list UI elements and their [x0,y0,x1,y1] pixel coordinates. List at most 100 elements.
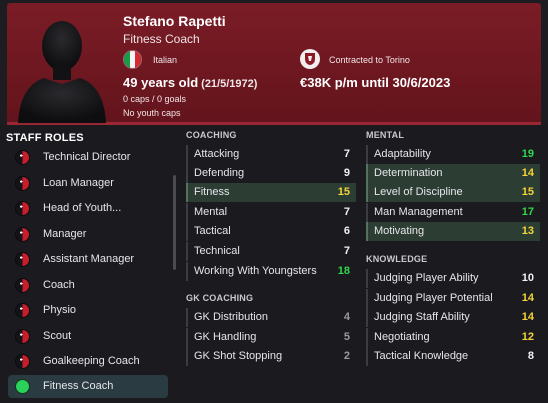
person-role: Fitness Coach [123,32,200,46]
attr-value: 15 [521,186,534,198]
attr-row-negotiating[interactable]: Negotiating 12 [366,328,540,347]
role-label: Manager [43,228,87,240]
attr-value: 17 [521,206,534,218]
role-label: Physio [43,304,77,316]
italy-flag-icon [123,50,142,69]
attr-name: Tactical Knowledge [374,350,469,362]
attr-value: 2 [343,350,350,362]
role-item-fitness-coach[interactable]: Fitness Coach [8,375,168,398]
role-indicator-icon [16,151,29,164]
attr-row-gk-shot-stopping[interactable]: GK Shot Stopping 2 [186,347,356,366]
attr-row-fitness[interactable]: Fitness 15 [186,183,356,202]
role-indicator-icon [16,304,29,317]
attr-row-motivating[interactable]: Motivating 13 [366,222,540,241]
attr-name: Judging Player Ability [374,272,479,284]
gk-coaching-section-title: GK COACHING [186,293,254,303]
attr-row-defending[interactable]: Defending 9 [186,164,356,183]
role-item-head-of-youth[interactable]: Head of Youth... [8,197,168,220]
person-silhouette-icon [14,8,110,123]
attr-row-gk-handling[interactable]: GK Handling 5 [186,328,356,347]
attr-row-mental[interactable]: Mental 7 [186,203,356,222]
attr-value: 15 [337,186,350,198]
attr-name: Defending [194,167,245,179]
attr-row-judging-player-potential[interactable]: Judging Player Potential 14 [366,289,540,308]
attr-name: Working With Youngsters [194,265,317,277]
attr-value: 12 [521,331,534,343]
attr-row-judging-staff-ability[interactable]: Judging Staff Ability 14 [366,308,540,327]
attr-value: 18 [337,265,350,277]
attr-row-gk-distribution[interactable]: GK Distribution 4 [186,308,356,327]
role-item-technical-director[interactable]: Technical Director [8,146,168,169]
attr-name: Judging Player Potential [374,292,493,304]
attr-value: 14 [521,292,534,304]
attr-value: 7 [343,148,350,160]
attr-name: Negotiating [374,331,430,343]
role-indicator-icon [16,177,29,190]
nationality-label[interactable]: Italian [153,55,177,65]
role-indicator-icon [16,228,29,241]
role-active-indicator-icon [16,380,29,393]
role-label: Scout [43,330,72,342]
date-of-birth: (21/5/1972) [201,78,258,90]
attr-row-determination[interactable]: Determination 14 [366,164,540,183]
attr-value: 4 [343,311,350,323]
youth-caps: No youth caps [123,108,181,118]
role-item-scout[interactable]: Scout [8,325,168,348]
attr-name: Determination [374,167,443,179]
profile-header: Stefano Rapetti Fitness Coach Italian 49… [0,0,548,125]
role-item-assistant-manager[interactable]: Assistant Manager [8,248,168,271]
roles-scrollbar[interactable] [173,175,176,270]
attr-name: Man Management [374,206,463,218]
role-indicator-icon [16,330,29,343]
attr-row-level-of-discipline[interactable]: Level of Discipline 15 [366,183,540,202]
role-item-manager[interactable]: Manager [8,223,168,246]
attr-name: Attacking [194,148,240,160]
attr-name: GK Handling [194,331,257,343]
role-indicator-icon [16,202,29,215]
role-indicator-icon [16,279,29,292]
attr-name: GK Shot Stopping [194,350,283,362]
attr-row-technical[interactable]: Technical 7 [186,242,356,261]
mental-section-title: MENTAL [366,130,405,140]
knowledge-section-title: KNOWLEDGE [366,254,428,264]
contract-wage: €38K p/m until 30/6/2023 [300,75,451,90]
attr-row-tactical-knowledge[interactable]: Tactical Knowledge 8 [366,347,540,366]
attr-row-man-management[interactable]: Man Management 17 [366,203,540,222]
role-label: Goalkeeping Coach [43,355,140,367]
attr-value: 7 [343,206,350,218]
role-indicator-icon [16,253,29,266]
attr-name: Level of Discipline [374,186,463,198]
role-indicator-icon [16,355,29,368]
role-item-goalkeeping-coach[interactable]: Goalkeeping Coach [8,350,168,373]
attr-value: 14 [521,167,534,179]
role-item-loan-manager[interactable]: Loan Manager [8,172,168,195]
role-label: Loan Manager [43,177,114,189]
attr-row-tactical[interactable]: Tactical 6 [186,222,356,241]
person-name: Stefano Rapetti [123,13,226,29]
torino-club-badge-icon[interactable] [300,49,320,69]
attr-name: GK Distribution [194,311,268,323]
role-item-coach[interactable]: Coach [8,274,168,297]
attr-row-adaptability[interactable]: Adaptability 19 [366,145,540,164]
international-caps: 0 caps / 0 goals [123,94,187,104]
attr-name: Fitness [194,186,230,198]
attr-value: 13 [521,225,534,237]
attr-name: Motivating [374,225,425,237]
attr-value: 9 [343,167,350,179]
age-line: 49 years old (21/5/1972) [123,75,257,90]
age-value: 49 years old [123,75,199,90]
attr-row-attacking[interactable]: Attacking 7 [186,145,356,164]
attr-row-working-with-youngsters[interactable]: Working With Youngsters 18 [186,262,356,281]
attr-value: 8 [527,350,534,362]
attr-name: Adaptability [374,148,431,160]
attr-value: 7 [343,245,350,257]
attr-value: 6 [343,225,350,237]
role-label: Head of Youth... [43,202,122,214]
staff-roles-title: STAFF ROLES [6,132,84,144]
role-item-physio[interactable]: Physio [8,299,168,322]
attr-value: 19 [521,148,534,160]
contract-club[interactable]: Contracted to Torino [329,55,410,65]
coaching-section-title: COACHING [186,130,237,140]
role-label: Coach [43,279,75,291]
attr-row-judging-player-ability[interactable]: Judging Player Ability 10 [366,269,540,288]
